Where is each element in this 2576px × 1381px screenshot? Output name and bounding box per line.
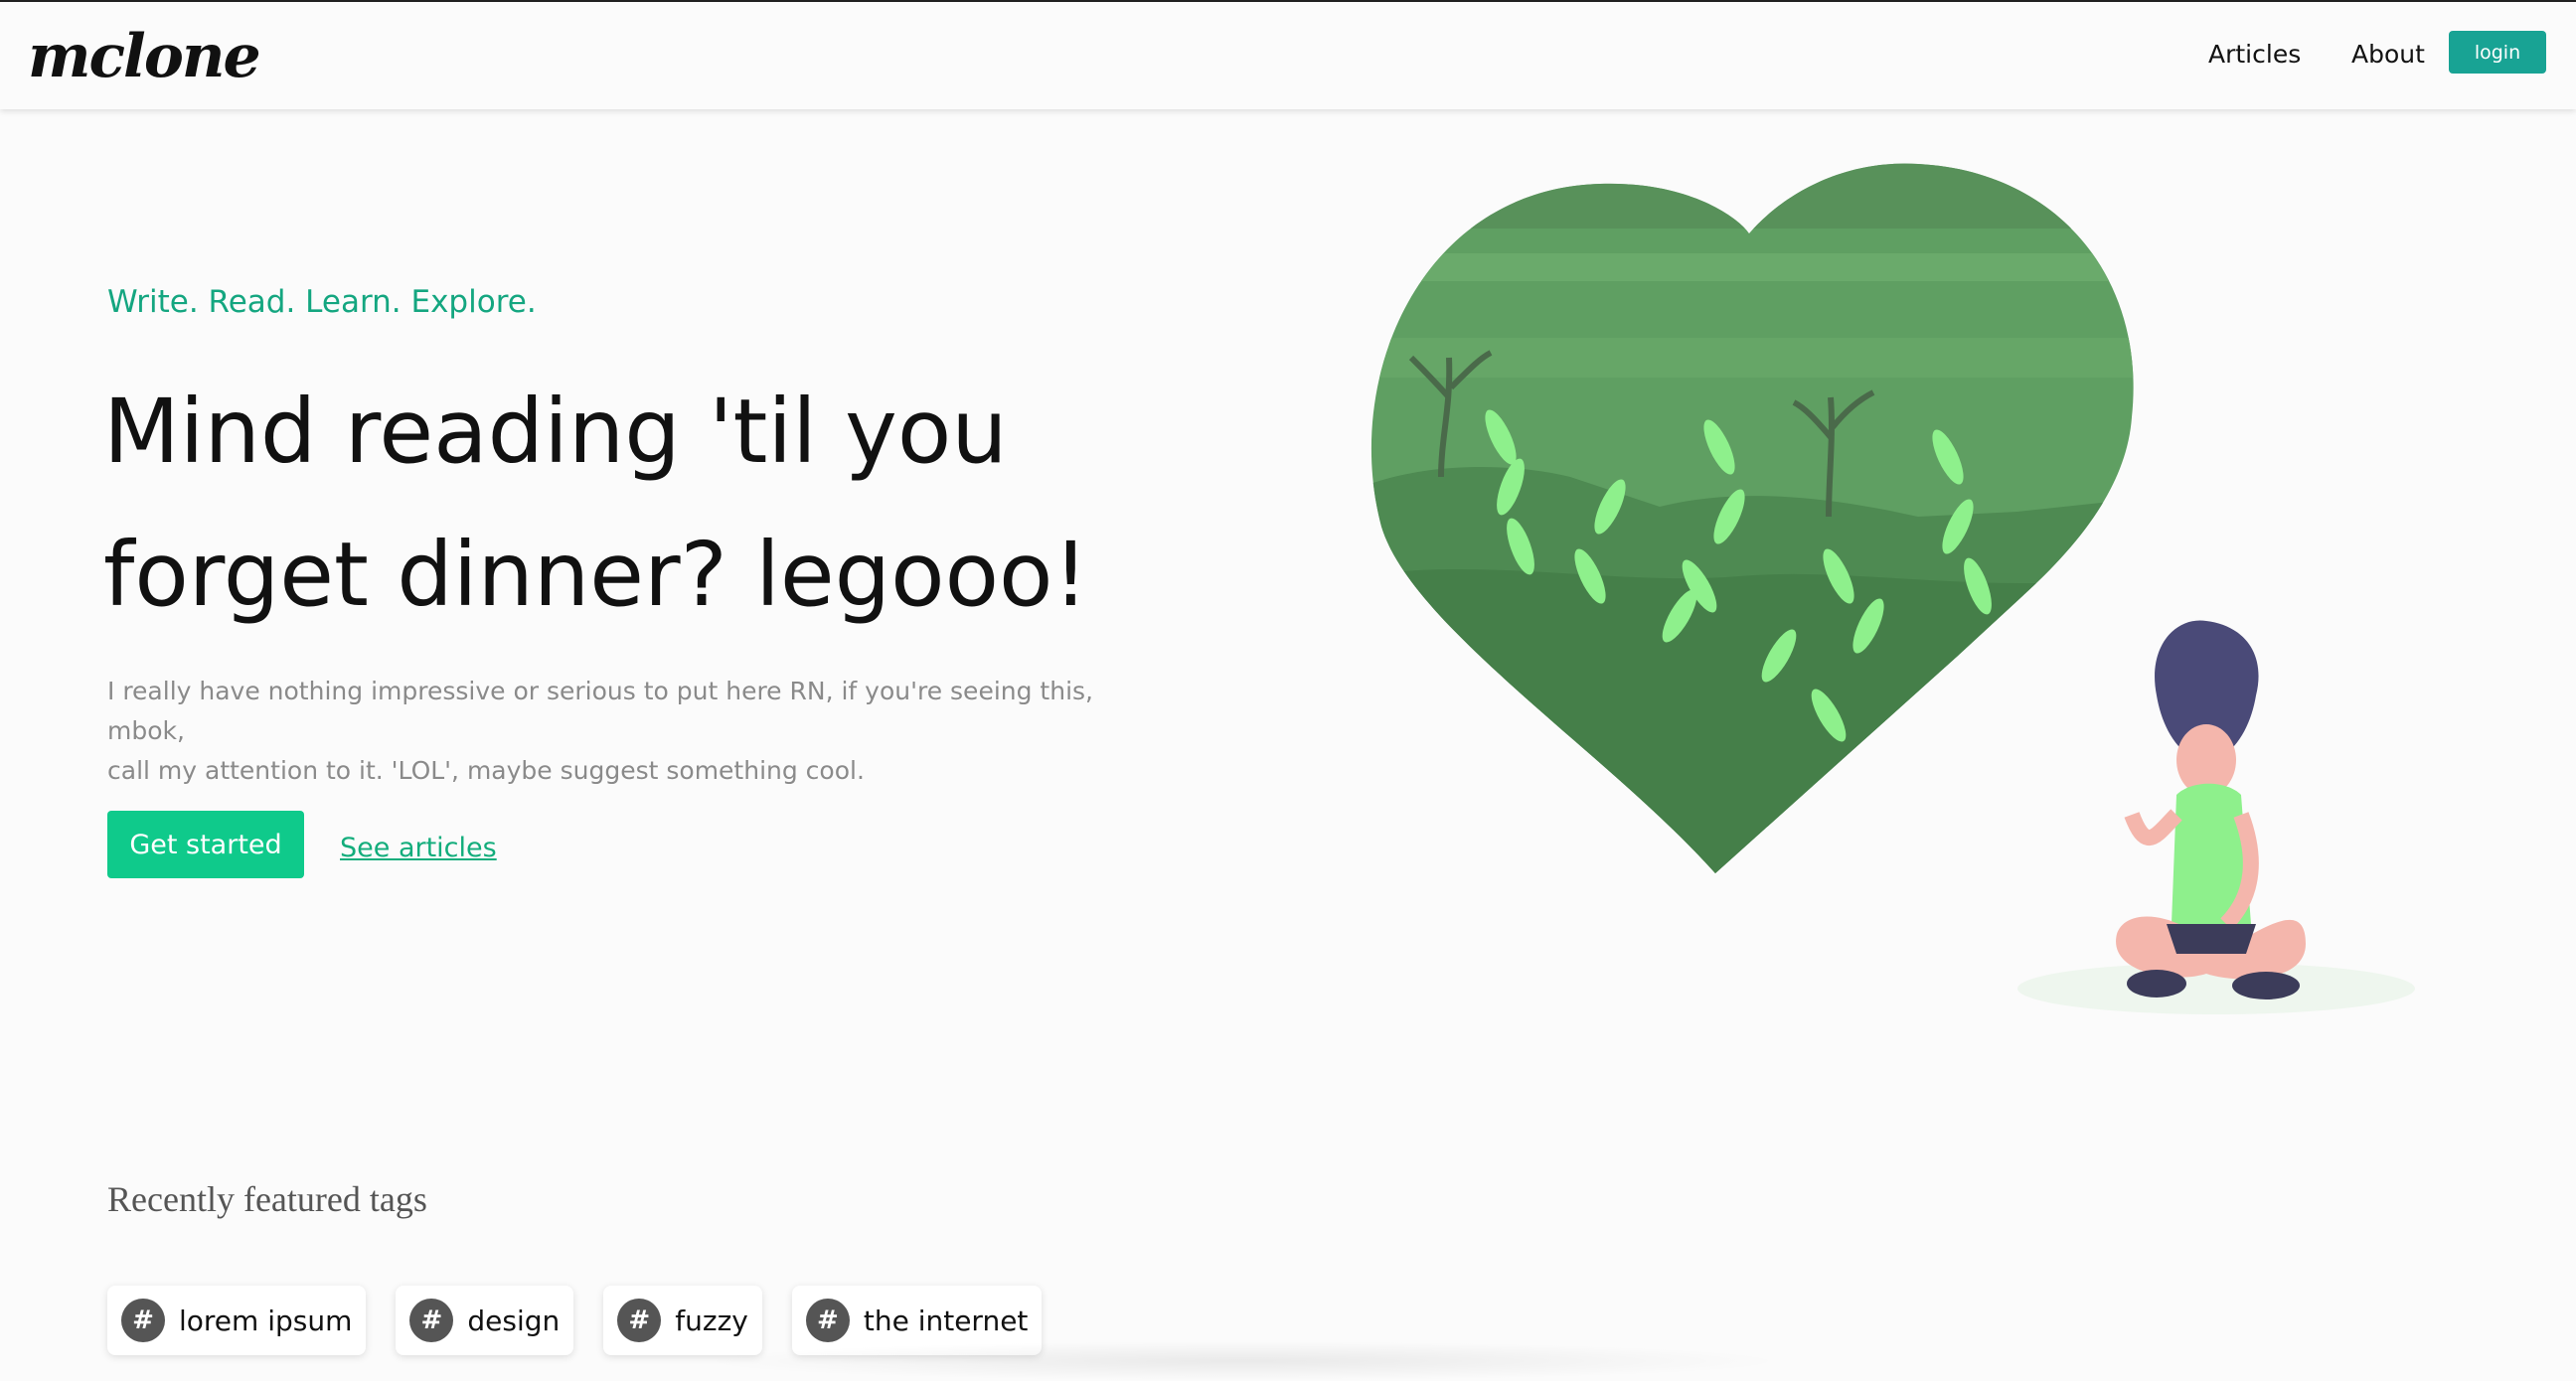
top-navbar: mclone Articles About login: [0, 2, 2576, 109]
login-button[interactable]: login: [2449, 31, 2546, 74]
scroll-shadow: [696, 1341, 1789, 1381]
nav-link-about[interactable]: About: [2351, 40, 2425, 69]
hero-description-line-1: I really have nothing impressive or seri…: [107, 677, 1093, 745]
hero-headline: Mind reading 'til you forget dinner? leg…: [103, 360, 1157, 646]
hero-eyebrow: Write. Read. Learn. Explore.: [107, 284, 537, 320]
see-articles-link[interactable]: See articles: [340, 833, 497, 863]
tag-label: the internet: [863, 1304, 1029, 1337]
hero-headline-line-1: Mind reading 'til you: [103, 380, 1008, 483]
tag-label: lorem ipsum: [179, 1304, 353, 1337]
hash-icon: #: [805, 1299, 850, 1342]
hash-icon: #: [121, 1299, 165, 1342]
hero-description-line-2: call my attention to it. 'LOL', maybe su…: [107, 756, 865, 785]
hero-description: I really have nothing impressive or seri…: [107, 672, 1141, 791]
tag-label: fuzzy: [675, 1304, 748, 1337]
nav-link-articles[interactable]: Articles: [2208, 40, 2301, 69]
tag-chip-design[interactable]: # design: [396, 1286, 574, 1355]
tag-label: design: [467, 1304, 561, 1337]
heart-scene: [1370, 163, 2134, 873]
sitting-woman-figure: [2116, 620, 2306, 999]
featured-tags-heading: Recently featured tags: [107, 1179, 427, 1219]
tag-chip-lorem-ipsum[interactable]: # lorem ipsum: [107, 1286, 367, 1355]
site-logo[interactable]: mclone: [28, 22, 261, 91]
hero-illustration: [1370, 163, 2415, 1014]
hash-icon: #: [617, 1299, 662, 1342]
hash-icon: #: [409, 1299, 454, 1342]
hero-headline-line-2: forget dinner? legooo!: [103, 523, 1089, 626]
get-started-button[interactable]: Get started: [107, 811, 304, 878]
